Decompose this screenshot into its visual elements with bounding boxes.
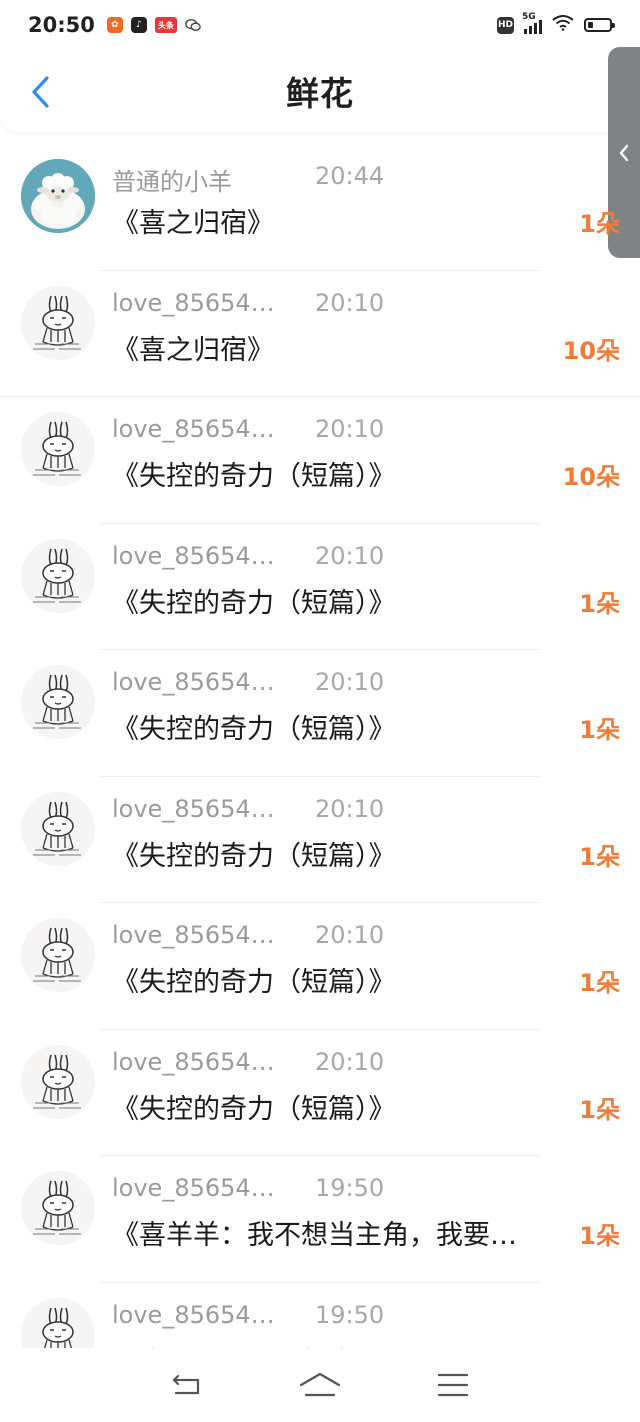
timestamp: 20:10 <box>315 541 385 570</box>
status-right: HD 5G <box>497 12 615 36</box>
book-title: 《喜羊羊：我不想当主角，我要… <box>112 1220 517 1251</box>
list-item[interactable]: love_85654… 20:10 《喜之归宿》 10朵 <box>0 271 640 398</box>
sender-line: love_85654… 20:10 <box>112 1048 384 1076</box>
sender-name: love_85654… <box>112 541 275 570</box>
tiktok-icon: ♪ <box>130 17 147 33</box>
avatar[interactable] <box>21 665 95 739</box>
sender-line: 普通的小羊 20:44 <box>112 162 384 197</box>
sender-name: love_85654… <box>112 415 275 443</box>
avatar[interactable] <box>21 538 95 613</box>
avatar[interactable] <box>21 918 95 992</box>
sender-line: love_85654… 20:10 <box>112 289 384 317</box>
avatar[interactable] <box>21 1044 95 1119</box>
avatar[interactable] <box>21 412 95 486</box>
network-type: 5G <box>522 12 536 22</box>
avatar[interactable] <box>21 159 95 233</box>
sender-line: love_85654… 20:10 <box>112 795 384 823</box>
book-title: 《喜之归宿》 <box>112 208 274 239</box>
flower-count: 1朵 <box>579 716 620 744</box>
flower-count: 1朵 <box>579 210 620 238</box>
flower-count: 1朵 <box>579 1222 620 1250</box>
book-title: 《失控的奇力（短篇）》 <box>112 714 396 745</box>
chevron-left-icon <box>32 76 49 108</box>
timestamp: 19:50 <box>315 1174 385 1202</box>
back-button[interactable] <box>22 72 58 112</box>
flower-list: 普通的小羊 20:44 《喜之归宿》 1朵 love_85654… 20:10 … <box>0 144 640 1348</box>
status-left: 20:50 ✿ ♪ 头条 <box>28 13 201 37</box>
book-title: 《失控的奇力（短篇）》 <box>112 840 396 872</box>
home-nav-icon <box>299 1372 341 1397</box>
sender-line: love_85654… 20:10 <box>112 921 384 949</box>
flower-count: 1朵 <box>579 589 620 618</box>
menu-nav-icon <box>438 1373 469 1397</box>
sender-line: love_85654… 19:50 <box>112 1301 384 1329</box>
flower-count: 1朵 <box>579 969 620 997</box>
page-title: 鲜花 <box>286 74 354 113</box>
list-item[interactable]: love_85654… 20:10 《失控的奇力（短篇）》 10朵 <box>0 397 640 524</box>
list-item[interactable]: love_85654… 20:10 《失控的奇力（短篇）》 1朵 <box>0 903 640 1030</box>
back-nav-button[interactable] <box>164 1365 210 1405</box>
list-item[interactable]: love_85654… 20:10 《失控的奇力（短篇）》 1朵 <box>0 777 640 904</box>
sender-name: love_85654… <box>112 1300 275 1329</box>
sender-name: love_85654… <box>112 921 275 949</box>
flower-count: 1朵 <box>579 1095 620 1124</box>
battery-icon <box>584 18 615 32</box>
signal-icon: 5G <box>522 12 542 34</box>
timestamp: 20:10 <box>315 415 385 443</box>
flower-count: 1朵 <box>579 842 620 871</box>
avatar[interactable] <box>21 285 95 360</box>
list-item[interactable]: love_85654… 20:10 《失控的奇力（短篇）》 1朵 <box>0 524 640 651</box>
sender-name: 普通的小羊 <box>112 168 232 196</box>
book-title: 《喜之归宿》 <box>112 334 274 366</box>
timestamp: 20:10 <box>315 794 385 823</box>
timestamp: 20:10 <box>315 668 385 696</box>
sender-line: love_85654… 20:10 <box>112 542 384 570</box>
toutiao-icon: 头条 <box>154 17 177 33</box>
timestamp: 20:44 <box>315 162 385 190</box>
avatar[interactable] <box>21 791 95 866</box>
avatar[interactable] <box>21 1297 95 1348</box>
timestamp: 20:10 <box>315 288 385 317</box>
list-item[interactable]: 普通的小羊 20:44 《喜之归宿》 1朵 <box>0 144 640 271</box>
sender-name: love_85654… <box>112 1047 275 1076</box>
system-nav-bar <box>0 1348 640 1422</box>
list-item[interactable]: love_85654… 19:50 《喜羊羊：我不想当主角，我要… 1朵 <box>0 1283 640 1349</box>
sender-line: love_85654… 19:50 <box>112 1174 384 1202</box>
wifi-icon <box>552 14 574 36</box>
sender-name: love_85654… <box>112 794 275 823</box>
menu-nav-button[interactable] <box>430 1365 476 1405</box>
avatar[interactable] <box>21 1171 95 1245</box>
book-title: 《失控的奇力（短篇）》 <box>112 1093 396 1125</box>
home-nav-button[interactable] <box>297 1365 343 1405</box>
timestamp: 19:50 <box>315 1300 385 1329</box>
timestamp: 20:10 <box>315 921 385 949</box>
sender-line: love_85654… 20:10 <box>112 415 384 443</box>
flower-count: 10朵 <box>562 463 620 491</box>
flower-count: 10朵 <box>562 336 620 365</box>
list-item[interactable]: love_85654… 19:50 《喜羊羊：我不想当主角，我要… 1朵 <box>0 1156 640 1283</box>
book-title: 《喜羊羊：我不想当主角，我要… <box>112 1340 517 1349</box>
hd-icon: HD <box>497 16 514 34</box>
list-item[interactable]: love_85654… 20:10 《失控的奇力（短篇）》 1朵 <box>0 650 640 777</box>
list-item[interactable]: love_85654… 20:10 《失控的奇力（短篇）》 1朵 <box>0 1030 640 1157</box>
back-nav-icon <box>172 1374 199 1395</box>
sender-name: love_85654… <box>112 1174 275 1202</box>
clock: 20:50 <box>28 13 95 37</box>
header: 鲜花 <box>0 50 640 132</box>
sender-line: love_85654… 20:10 <box>112 668 384 696</box>
book-title: 《失控的奇力（短篇）》 <box>112 967 396 998</box>
qq-browser-icon: ✿ <box>106 17 123 33</box>
wechat-icon <box>185 17 201 33</box>
status-bar: 20:50 ✿ ♪ 头条 HD 5G <box>0 0 640 50</box>
timestamp: 20:10 <box>315 1047 385 1076</box>
book-title: 《失控的奇力（短篇）》 <box>112 461 396 492</box>
book-title: 《失控的奇力（短篇）》 <box>112 587 396 619</box>
sender-name: love_85654… <box>112 288 275 317</box>
sender-name: love_85654… <box>112 668 275 696</box>
